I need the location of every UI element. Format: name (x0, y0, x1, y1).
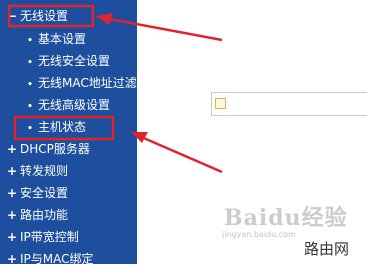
arrow-line-1 (103, 16, 223, 42)
arrow-head-1 (96, 13, 113, 25)
highlight-box-wireless (7, 4, 95, 28)
arrow-line-2 (138, 134, 223, 174)
highlight-box-host-status (13, 115, 115, 141)
annotation-overlay (7, 4, 223, 174)
